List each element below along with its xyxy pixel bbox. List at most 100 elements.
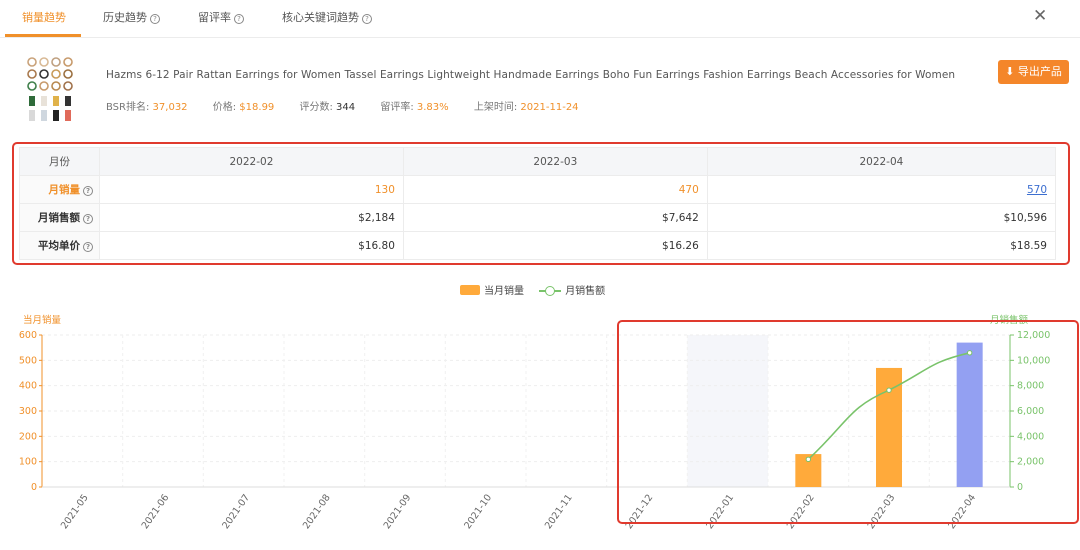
help-icon[interactable]: ? <box>234 14 244 24</box>
row-label-text: 平均单价 <box>38 240 80 252</box>
table-cell: $18.59 <box>706 231 1057 260</box>
table-cell: $16.26 <box>402 231 708 260</box>
tab-review-rate[interactable]: 留评率? <box>198 9 244 25</box>
product-stats: BSR排名: 37,032 价格: $18.99 评分数: 344 留评率: 3… <box>106 98 601 113</box>
legend-item-sales[interactable]: 当月销量 <box>460 285 524 297</box>
left-tick-label: 0 <box>31 482 37 493</box>
cell-link[interactable]: 570 <box>1027 184 1047 196</box>
tab-label: 销量趋势 <box>22 11 66 24</box>
table-row: 平均单价? $16.80 $16.26 $18.59 <box>19 231 1057 260</box>
table-cell: $16.80 <box>99 231 404 260</box>
tab-label: 留评率 <box>198 11 231 24</box>
active-tab-indicator <box>5 34 81 37</box>
tab-bar: 销量趋势 历史趋势? 留评率? 核心关键词趋势? <box>0 0 1080 38</box>
close-icon[interactable]: ✕ <box>1033 6 1047 26</box>
header-cell: 2022-03 <box>402 147 708 176</box>
x-tick-label: 2021-07 <box>220 492 252 531</box>
tab-label: 历史趋势 <box>103 11 147 24</box>
table-cell: $2,184 <box>99 203 404 232</box>
stat-label: 评分数: <box>299 102 333 113</box>
row-label-text: 月销量 <box>48 184 81 196</box>
table-row: 月销量? 130 470 570 <box>19 175 1057 204</box>
x-tick-label: 2021-06 <box>140 492 172 531</box>
table-cell[interactable]: 570 <box>706 175 1057 204</box>
tab-sales-trend[interactable]: 销量趋势 <box>22 9 66 25</box>
x-tick-label: 2022-01 <box>704 492 736 531</box>
header-cell: 2022-02 <box>99 147 404 176</box>
x-tick-label: 2021-09 <box>382 492 414 531</box>
stat-review-rate: 留评率: 3.83% <box>380 102 448 113</box>
tab-keyword-trend[interactable]: 核心关键词趋势? <box>282 9 372 25</box>
legend-swatch-line <box>539 285 562 296</box>
line-point[interactable] <box>886 387 892 393</box>
stat-label: BSR排名: <box>106 102 150 113</box>
x-tick-label: 2022-02 <box>785 492 817 531</box>
stat-value: 3.83% <box>416 102 449 113</box>
sales-chart: 0 100 200 300 400 500 600 0 2,000 4,000 6,000 8,000… <box>19 330 1050 531</box>
left-tick-label: 600 <box>19 330 37 341</box>
header-cell: 2022-04 <box>706 147 1057 176</box>
left-tick-label: 300 <box>19 406 37 417</box>
legend-label: 当月销量 <box>484 286 524 297</box>
stat-review-count: 评分数: 344 <box>299 102 355 113</box>
stat-value: $18.99 <box>239 102 275 113</box>
right-tick-label: 6,000 <box>1017 406 1044 417</box>
table-cell: 130 <box>99 175 404 204</box>
x-tick-label: 2022-04 <box>946 492 978 531</box>
right-tick-label: 0 <box>1017 482 1023 493</box>
stat-label: 上架时间: <box>473 102 518 113</box>
stat-label: 留评率: <box>380 102 414 113</box>
x-tick-label: 2022-03 <box>866 492 898 531</box>
row-label: 月销售额? <box>19 203 100 232</box>
row-label: 平均单价? <box>19 231 100 260</box>
x-tick-label: 2021-05 <box>59 492 91 531</box>
bar[interactable] <box>956 342 983 487</box>
left-tick-label: 200 <box>19 431 37 442</box>
stat-launch-date: 上架时间: 2021-11-24 <box>474 102 579 113</box>
right-tick-label: 12,000 <box>1017 330 1050 341</box>
right-tick-label: 8,000 <box>1017 381 1044 392</box>
tab-history-trend[interactable]: 历史趋势? <box>103 9 160 25</box>
stat-label: 价格: <box>212 102 237 113</box>
product-title[interactable]: Hazms 6-12 Pair Rattan Earrings for Wome… <box>106 69 955 81</box>
help-icon[interactable]: ? <box>150 14 160 24</box>
stat-value: 344 <box>336 102 356 113</box>
row-label-text: 月销售额 <box>38 212 80 224</box>
table-header-row: 月份 2022-02 2022-03 2022-04 <box>19 147 1057 176</box>
export-product-button[interactable]: ⬇ 导出产品 <box>998 60 1069 84</box>
right-tick-label: 2,000 <box>1017 457 1044 468</box>
line-point[interactable] <box>966 350 973 356</box>
table-row: 月销售额? $2,184 $7,642 $10,596 <box>19 203 1057 232</box>
x-tick-label: 2021-11 <box>543 492 575 531</box>
x-tick-label: 2021-10 <box>462 492 494 531</box>
help-icon[interactable]: ? <box>83 214 93 224</box>
left-tick-label: 400 <box>19 381 37 392</box>
table-cell: $7,642 <box>402 203 708 232</box>
export-label: 导出产品 <box>1017 65 1062 78</box>
monthly-sales-table: 月份 2022-02 2022-03 2022-04 月销量? 130 470 … <box>19 147 1057 260</box>
table-cell: $10,596 <box>706 203 1057 232</box>
legend-item-revenue[interactable]: 月销售额 <box>527 286 605 297</box>
product-thumbnail <box>27 57 73 121</box>
stat-price: 价格: $18.99 <box>213 102 275 113</box>
help-icon[interactable]: ? <box>362 14 372 24</box>
download-icon: ⬇ <box>1005 65 1018 78</box>
row-label: 月销量? <box>19 175 100 204</box>
legend-swatch-bar <box>460 285 480 295</box>
stat-value: 37,032 <box>152 102 188 113</box>
help-icon[interactable]: ? <box>83 242 93 252</box>
legend-label: 月销售额 <box>565 286 606 297</box>
x-tick-label: 2021-12 <box>624 492 656 531</box>
stat-bsr: BSR排名: 37,032 <box>106 102 188 113</box>
header-month: 月份 <box>19 147 100 176</box>
stat-value: 2021-11-24 <box>520 102 579 113</box>
table-cell: 470 <box>402 175 708 204</box>
right-tick-label: 4,000 <box>1017 431 1044 442</box>
x-tick-label: 2021-08 <box>301 492 333 531</box>
help-icon[interactable]: ? <box>83 186 93 196</box>
left-tick-label: 500 <box>19 355 37 366</box>
left-tick-label: 100 <box>19 457 37 468</box>
right-tick-label: 10,000 <box>1017 355 1050 366</box>
chart-legend: 当月销量 月销售额 <box>460 282 605 297</box>
line-point[interactable] <box>805 456 812 463</box>
